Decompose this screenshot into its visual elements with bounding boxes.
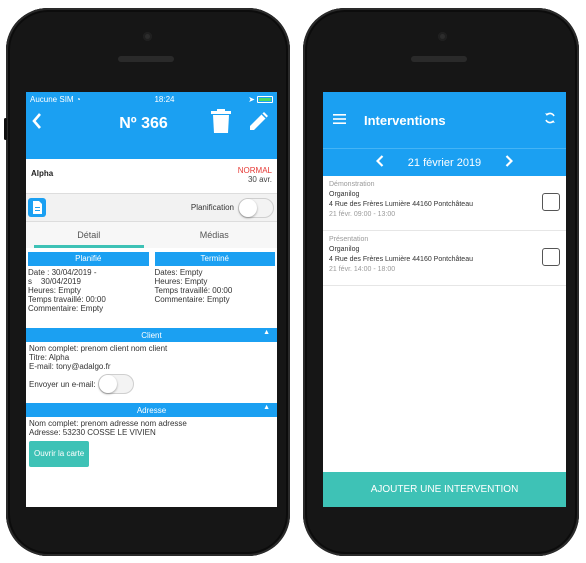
add-intervention-button[interactable]: AJOUTER UNE INTERVENTION xyxy=(323,472,566,507)
carrier-label: Aucune SIM ◔ xyxy=(30,94,81,104)
ios-status-bar: Aucune SIM ◔ 18:24 ➤ xyxy=(26,92,277,106)
done-body: Dates: Empty Heures: Empty Temps travail… xyxy=(155,266,276,304)
trash-icon[interactable] xyxy=(210,109,231,138)
previous-day-chevron-icon[interactable] xyxy=(375,155,384,170)
send-email-label: Envoyer un e-mail: xyxy=(29,379,96,389)
summary-meta: NORMAL 30 avr. xyxy=(238,166,272,191)
front-camera xyxy=(438,32,447,41)
menu-hamburger-icon[interactable] xyxy=(333,111,346,129)
phone-frame-right: Interventions 21 février 2019 Démonstrat… xyxy=(303,8,579,556)
detail-navbar: Nº 366 xyxy=(26,106,277,141)
planned-line: Temps travaillé: 00:00 xyxy=(28,295,106,304)
planification-row: Planification xyxy=(26,194,277,222)
send-email-row: Envoyer un e-mail: xyxy=(29,374,274,394)
planned-body: Date : 30/04/2019 - s 30/04/2019 Heures:… xyxy=(28,266,149,313)
earpiece-speaker xyxy=(411,56,467,62)
client-section-header[interactable]: Client ▲ xyxy=(26,328,277,342)
interventions-header: Interventions xyxy=(323,92,566,148)
date-navigator: 21 février 2019 xyxy=(323,148,566,176)
front-camera xyxy=(143,32,152,41)
planned-line: Heures: Empty xyxy=(28,286,81,295)
phone-frame-left: Aucune SIM ◔ 18:24 ➤ Nº 366 Alpha NORMAL… xyxy=(4,8,290,556)
detail-tabs: Détail Médias xyxy=(26,222,277,248)
done-line: Temps travaillé: 00:00 xyxy=(154,286,233,295)
intervention-list-item[interactable]: Démonstration Organilog 4 Rue des Frères… xyxy=(323,176,566,231)
battery-group: ➤ xyxy=(248,95,273,104)
interventions-title: Interventions xyxy=(364,112,446,128)
intervention-type: Présentation xyxy=(329,236,369,243)
tab-medias[interactable]: Médias xyxy=(152,222,278,248)
intervention-type: Démonstration xyxy=(329,181,375,188)
planned-header: Planifié xyxy=(28,252,149,266)
priority-badge: NORMAL xyxy=(237,166,272,175)
back-chevron-icon[interactable] xyxy=(32,113,42,134)
collapse-caret-icon: ▲ xyxy=(263,404,270,411)
planned-line: s 30/04/2019 xyxy=(28,277,81,286)
intervention-address: 4 Rue des Frères Lumière 44160 Pontchâte… xyxy=(329,201,473,208)
planification-control: Planification xyxy=(190,197,274,218)
done-line: Heures: Empty xyxy=(154,277,208,286)
edit-pencil-icon[interactable] xyxy=(247,109,271,138)
address-section-header[interactable]: Adresse ▲ xyxy=(26,403,277,417)
toggle-knob xyxy=(239,198,257,217)
planned-line: Commentaire: Empty xyxy=(28,304,104,313)
done-line: Commentaire: Empty xyxy=(154,295,230,304)
client-section: Nom complet: prenom client nom client Ti… xyxy=(26,342,277,403)
intervention-time: 21 févr. 14:00 - 18:00 xyxy=(329,266,396,273)
header-strip xyxy=(26,141,277,159)
tab-detail[interactable]: Détail xyxy=(26,222,152,248)
client-name: Alpha xyxy=(31,169,54,178)
intervention-number-title: Nº 366 xyxy=(119,114,168,132)
clock-label: 18:24 xyxy=(154,94,175,104)
intervention-company: Organilog xyxy=(329,191,360,198)
open-map-button[interactable]: Ouvrir la carte xyxy=(29,441,90,467)
client-line: E-mail: tony@adalgo.fr xyxy=(29,362,111,371)
intervention-list-item[interactable]: Présentation Organilog 4 Rue des Frères … xyxy=(323,231,566,286)
done-header: Terminé xyxy=(154,252,275,266)
intervention-time: 21 févr. 09:00 - 13:00 xyxy=(329,211,396,218)
client-section-title: Client xyxy=(141,330,162,340)
volume-button xyxy=(4,118,7,140)
navbar-actions xyxy=(210,109,271,138)
current-date-label: 21 février 2019 xyxy=(407,156,482,169)
done-line: Dates: Empty xyxy=(154,268,203,277)
location-icon: ➤ xyxy=(248,94,255,104)
screen-interventions-list: Interventions 21 février 2019 Démonstrat… xyxy=(323,92,566,507)
screen-intervention-detail: Aucune SIM ◔ 18:24 ➤ Nº 366 Alpha NORMAL… xyxy=(26,92,277,507)
intervention-address: 4 Rue des Frères Lumière 44160 Pontchâte… xyxy=(329,256,473,263)
document-icon xyxy=(32,201,42,214)
next-day-chevron-icon[interactable] xyxy=(505,155,514,170)
address-line: Nom complet: prenom adresse nom adresse xyxy=(29,419,187,428)
collapse-caret-icon: ▲ xyxy=(263,329,270,336)
planification-label: Planification xyxy=(190,203,234,212)
toggle-knob xyxy=(98,375,117,393)
address-section: Nom complet: prenom adresse nom adresse … xyxy=(26,417,277,469)
sync-refresh-icon[interactable] xyxy=(544,111,556,129)
intervention-summary-card[interactable]: Alpha NORMAL 30 avr. xyxy=(26,164,277,194)
intervention-checkbox[interactable] xyxy=(542,193,560,211)
planned-column: Planifié Date : 30/04/2019 - s 30/04/201… xyxy=(28,252,149,328)
client-line: Titre: Alpha xyxy=(29,353,70,362)
planification-toggle[interactable] xyxy=(238,197,274,218)
client-line: Nom complet: prenom client nom client xyxy=(29,344,168,353)
intervention-company: Organilog xyxy=(329,246,360,253)
document-button[interactable] xyxy=(28,198,46,217)
intervention-checkbox[interactable] xyxy=(542,248,560,266)
battery-icon xyxy=(256,95,273,103)
done-column: Terminé Dates: Empty Heures: Empty Temps… xyxy=(154,252,276,328)
planning-details: Planifié Date : 30/04/2019 - s 30/04/201… xyxy=(26,248,277,328)
header-left: Interventions xyxy=(333,111,446,129)
address-section-title: Adresse xyxy=(136,405,167,415)
planned-line: Date : 30/04/2019 - xyxy=(28,268,97,277)
send-email-toggle[interactable] xyxy=(97,374,134,394)
intervention-date: 30 avr. xyxy=(247,175,272,184)
address-line: Adresse: 53230 COSSE LE VIVIEN xyxy=(29,428,156,437)
wifi-icon: ◔ xyxy=(75,94,81,104)
earpiece-speaker xyxy=(118,56,174,62)
